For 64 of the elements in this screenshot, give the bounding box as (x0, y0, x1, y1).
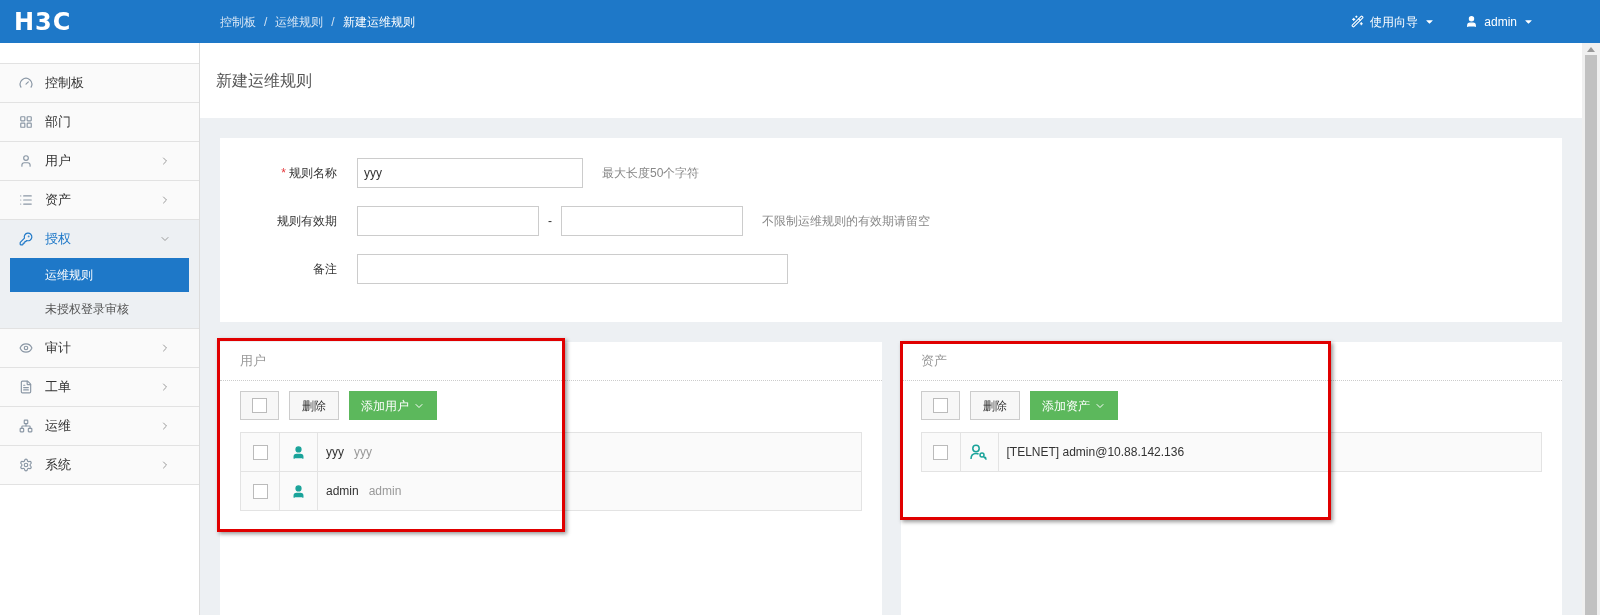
scrollbar-thumb[interactable] (1585, 55, 1597, 615)
field-hint: 最大长度50个字符 (602, 165, 700, 182)
sidebar-subitem[interactable]: 运维规则 (10, 258, 189, 292)
table-row[interactable]: admin admin (241, 472, 861, 511)
field-label: * 规则名称 (280, 165, 337, 182)
scroll-up-icon (1587, 47, 1595, 52)
wand-icon (1351, 15, 1365, 28)
list-icon (19, 193, 33, 207)
page-title: 新建运维规则 (216, 70, 312, 91)
sidebar-item[interactable]: 资产 (0, 181, 199, 219)
document-icon (19, 380, 33, 394)
sidebar-item[interactable]: 工单 (0, 368, 199, 406)
user-menu[interactable]: admin (1465, 12, 1534, 31)
panel-title: 资产 (920, 352, 947, 371)
breadcrumb-link[interactable]: 运维规则 (275, 12, 324, 31)
hierarchy-icon (19, 419, 33, 433)
dashboard-icon (19, 76, 33, 90)
grid-icon (19, 115, 33, 129)
key-icon (19, 232, 33, 246)
checkbox[interactable] (933, 444, 948, 460)
breadcrumb-separator: / (264, 13, 268, 31)
checkbox[interactable] (252, 398, 267, 413)
eye-icon (19, 341, 33, 355)
person-icon (291, 444, 306, 460)
input-field[interactable]: yyy (357, 158, 583, 188)
guide-menu[interactable]: 使用向导 (1351, 12, 1436, 31)
sidebar-item[interactable]: 系统 (0, 446, 199, 484)
row-name: [TELNET] admin@10.88.142.136 (1006, 444, 1185, 461)
select-all-button[interactable] (240, 391, 279, 420)
sidebar-item[interactable]: 控制板 (0, 64, 199, 102)
note-field[interactable] (357, 254, 788, 284)
select-all-button[interactable] (920, 391, 960, 420)
logo[interactable]: H3C (14, 7, 72, 36)
sidebar-item[interactable]: 审计 (0, 329, 199, 367)
row-name: yyy (326, 444, 344, 461)
delete-button[interactable]: 删除 (969, 391, 1020, 420)
field-label: 备注 (312, 261, 337, 278)
delete-button[interactable]: 删除 (289, 391, 339, 420)
sidebar-item[interactable]: 运维 (0, 407, 199, 445)
table-row[interactable]: [TELNET] admin@10.88.142.136 (921, 433, 1541, 472)
user-icon (1465, 15, 1479, 28)
person-icon (291, 483, 306, 499)
breadcrumb-separator: / (331, 13, 335, 31)
row-detail: yyy (354, 444, 372, 461)
checkbox[interactable] (932, 398, 948, 413)
range-separator: - (547, 213, 553, 230)
end-date-field[interactable] (561, 206, 743, 236)
checkbox[interactable] (252, 483, 268, 499)
row-name: admin (326, 483, 359, 500)
checkbox[interactable] (252, 444, 268, 460)
sidebar-item[interactable]: 用户 (0, 142, 199, 180)
panel-title: 用户 (240, 352, 266, 371)
start-date-field[interactable] (357, 206, 539, 236)
field-hint: 不限制运维规则的有效期请留空 (762, 213, 930, 230)
user-icon (19, 154, 33, 168)
settings-icon (19, 458, 33, 472)
sidebar-item[interactable]: 部门 (0, 103, 199, 141)
breadcrumb-link[interactable]: 控制板 (220, 12, 256, 31)
sidebar-subitem[interactable]: 未授权登录审核 (10, 292, 189, 326)
sidebar-item[interactable]: 授权 (0, 220, 199, 258)
table-row[interactable]: yyy yyy (241, 433, 861, 472)
field-label: 规则有效期 (276, 213, 337, 230)
breadcrumb-link[interactable]: 新建运维规则 (342, 12, 415, 31)
row-detail: admin (368, 483, 402, 500)
